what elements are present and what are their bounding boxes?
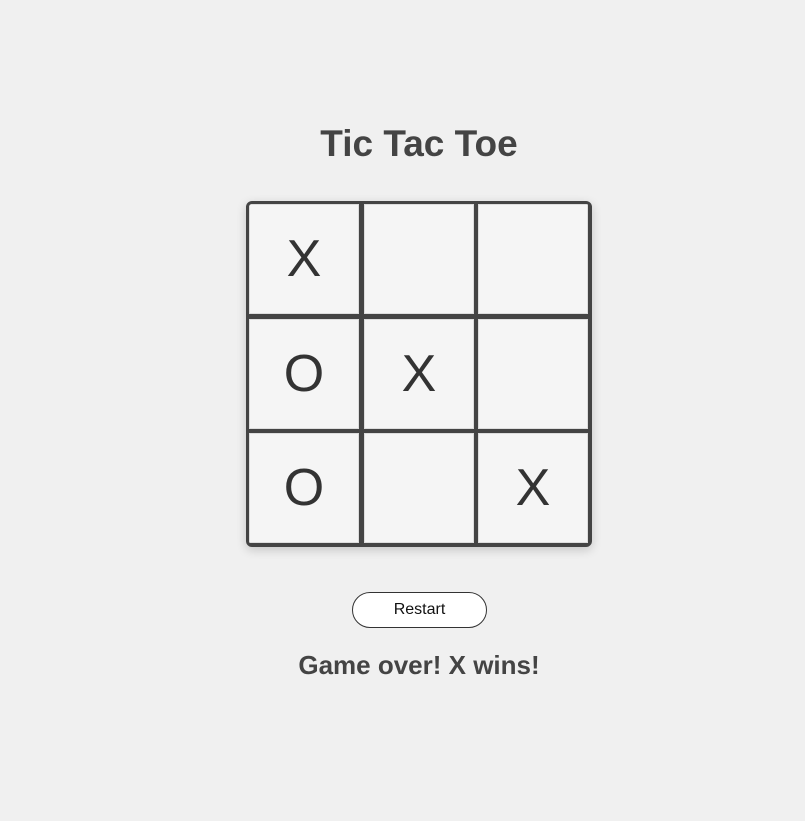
board-cell-3[interactable] [478,204,588,314]
board-cell-8[interactable] [364,433,474,543]
board-cell-2[interactable] [364,204,474,314]
board-cell-4[interactable]: O [249,319,359,429]
board-cell-5[interactable]: X [364,319,474,429]
game-board: X O X O X [246,201,592,547]
game-page: Tic Tac Toe X O X O X Restart Game over!… [0,0,805,821]
board-cell-9[interactable]: X [478,433,588,543]
restart-button[interactable]: Restart [352,592,487,628]
board-cell-6[interactable] [478,319,588,429]
board-cell-1[interactable]: X [249,204,359,314]
page-title: Tic Tac Toe [320,123,518,164]
game-status: Game over! X wins! [298,650,540,680]
board-cell-7[interactable]: O [249,433,359,543]
